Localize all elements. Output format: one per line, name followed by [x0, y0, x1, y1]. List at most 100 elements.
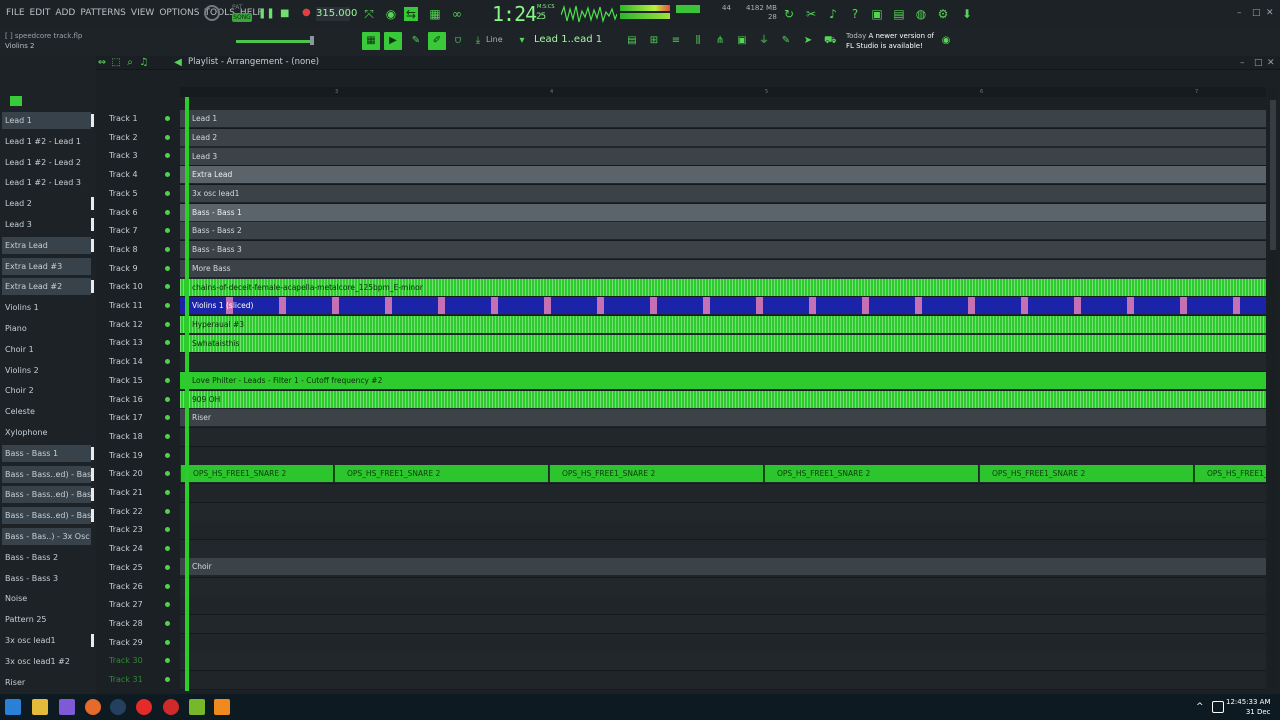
channel-item[interactable]: Piano	[2, 320, 91, 337]
chat-icon[interactable]: ◍	[914, 7, 928, 21]
update-notice[interactable]: Today A newer version of FL Studio is ava…	[846, 31, 934, 51]
app-icon[interactable]	[59, 699, 75, 715]
track-lane[interactable]	[180, 596, 1266, 616]
pattern-mode-label[interactable]: PAT	[232, 4, 243, 11]
wait-record-icon[interactable]: ◉	[384, 7, 398, 21]
pattern-clip[interactable]: Lead 3	[180, 148, 1266, 165]
menu-edit[interactable]: EDIT	[30, 8, 51, 18]
track-header[interactable]: Track 31	[104, 671, 164, 688]
track-mute-icon[interactable]	[165, 359, 170, 365]
track-lane[interactable]	[180, 446, 1266, 466]
send-icon[interactable]: ➤	[802, 35, 814, 47]
channel-item[interactable]: Bass - Bass..ed) - Bass 2	[2, 486, 91, 504]
menu-view[interactable]: VIEW	[131, 8, 154, 18]
track-header[interactable]: Track 6	[104, 204, 164, 221]
youtube-icon[interactable]	[136, 699, 152, 715]
channel-item[interactable]: Lead 1 #2 - Lead 1	[2, 133, 91, 150]
track-mute-icon[interactable]	[165, 639, 170, 645]
channel-item[interactable]: Extra Lead	[2, 236, 91, 254]
song-mode-button[interactable]: SONG	[232, 13, 252, 22]
playlist-maximize-icon[interactable]: □	[1254, 58, 1263, 68]
track-mute-icon[interactable]	[165, 602, 170, 608]
track-header[interactable]: Track 1	[104, 110, 164, 127]
playhead[interactable]	[185, 97, 189, 691]
audio-clip[interactable]: OPS_HS_FREE1_SNARE 2	[764, 465, 978, 482]
audio-clip[interactable]: OPS_HS_FREE1_SNARE 2	[979, 465, 1193, 482]
pattern-clip[interactable]: Lead 2	[180, 129, 1266, 146]
track-header[interactable]: Track 29	[104, 634, 164, 651]
channel-item[interactable]: Riser	[2, 674, 91, 691]
mixer-icon[interactable]: ⫼	[692, 35, 704, 47]
select-tool-icon[interactable]: ⬚	[110, 57, 122, 69]
piano-roll-icon[interactable]: ⊞	[648, 35, 660, 47]
plugin-icon[interactable]: ⚙	[936, 7, 950, 21]
track-header[interactable]: Track 18	[104, 428, 164, 445]
plugin-picker-icon[interactable]: ▣	[736, 35, 748, 47]
metronome-icon[interactable]: ⤧	[362, 7, 376, 21]
pattern-clip[interactable]: 3x osc lead1	[180, 185, 1266, 202]
menu-patterns[interactable]: PATTERNS	[80, 8, 126, 18]
channel-item[interactable]: Lead 1 #2 - Lead 3	[2, 174, 91, 191]
track-header[interactable]: Track 30	[104, 652, 164, 669]
track-lane[interactable]	[180, 577, 1266, 597]
fl-studio-icon[interactable]	[214, 699, 230, 715]
channel-item[interactable]: 3x osc lead1	[2, 632, 91, 649]
track-mute-icon[interactable]	[165, 433, 170, 439]
track-mute-icon[interactable]	[165, 471, 170, 477]
track-mute-icon[interactable]	[165, 620, 170, 626]
track-mute-icon[interactable]	[165, 564, 170, 570]
track-mute-icon[interactable]	[165, 527, 170, 533]
track-mute-icon[interactable]	[165, 321, 170, 327]
track-header[interactable]: Track 22	[104, 503, 164, 520]
channel-item[interactable]: Lead 1	[2, 112, 91, 129]
track-mute-icon[interactable]	[165, 490, 170, 495]
channel-item[interactable]: Lead 3	[2, 216, 91, 233]
network-icon[interactable]	[1212, 701, 1224, 713]
playlist-close-icon[interactable]: ✕	[1267, 58, 1275, 68]
master-pitch-knob[interactable]	[204, 5, 220, 21]
track-mute-icon[interactable]	[165, 190, 170, 196]
audio-clip[interactable]: chains-of-deceit-female-acapella-metalco…	[180, 279, 1266, 296]
track-mute-icon[interactable]	[165, 209, 170, 215]
track-header[interactable]: Track 5	[104, 185, 164, 202]
track-header[interactable]: Track 4	[104, 166, 164, 183]
track-header[interactable]: Track 25	[104, 559, 164, 576]
tree-icon[interactable]: ⋔	[714, 35, 726, 47]
slip-tool-icon[interactable]: ⇔	[96, 57, 108, 69]
track-header[interactable]: Track 17	[104, 409, 164, 426]
menu-options[interactable]: OPTIONS	[159, 8, 199, 18]
channel-item[interactable]: Pattern 25	[2, 611, 91, 628]
audio-clip[interactable]: Violins 1 (sliced)	[180, 297, 1266, 314]
channel-item[interactable]: Choir 2	[2, 382, 91, 399]
help-icon[interactable]: ?	[848, 7, 862, 21]
audio-clip[interactable]: OPS_HS_FREE1_SNARE 2	[180, 465, 333, 482]
track-header[interactable]: Track 8	[104, 241, 164, 258]
track-mute-icon[interactable]	[165, 452, 170, 458]
scrollbar-thumb[interactable]	[1270, 100, 1276, 250]
track-lane[interactable]	[180, 614, 1266, 634]
pattern-selector[interactable]: Lead 1..ead 1	[534, 32, 604, 48]
microphone-icon[interactable]: ♪	[826, 7, 840, 21]
tempo-display[interactable]: 315.000	[316, 7, 357, 21]
update-icon[interactable]: ◉	[940, 35, 952, 47]
minimize-icon[interactable]: –	[1237, 8, 1242, 18]
audio-clip[interactable]: OPS_HS_FREE1_SNARE 2	[334, 465, 548, 482]
channel-item[interactable]: Choir 1	[2, 341, 91, 358]
track-mute-icon[interactable]	[165, 396, 170, 402]
loop-record-icon[interactable]: ∞	[450, 7, 464, 21]
browser-icon[interactable]: ▤	[892, 7, 906, 21]
brush-icon[interactable]: ✎	[780, 35, 792, 47]
cart-icon[interactable]: ⛟	[824, 35, 837, 47]
pause-icon[interactable]: ❚❚	[258, 8, 275, 19]
countdown-icon[interactable]: ⇆	[404, 7, 418, 21]
download-icon[interactable]: ⬇	[960, 7, 974, 21]
master-volume-knob[interactable]	[310, 36, 314, 45]
master-volume-slider[interactable]	[236, 40, 310, 43]
track-header[interactable]: Track 13	[104, 334, 164, 351]
channel-item[interactable]: Bass - Bass..ed) - Bass 3	[2, 507, 91, 525]
track-mute-icon[interactable]	[165, 265, 170, 271]
pattern-clip[interactable]: Bass - Bass 3	[180, 241, 1266, 258]
start-icon[interactable]	[5, 699, 21, 715]
channel-rack-icon[interactable]: ≡	[670, 35, 682, 47]
track-mute-icon[interactable]	[165, 340, 170, 346]
